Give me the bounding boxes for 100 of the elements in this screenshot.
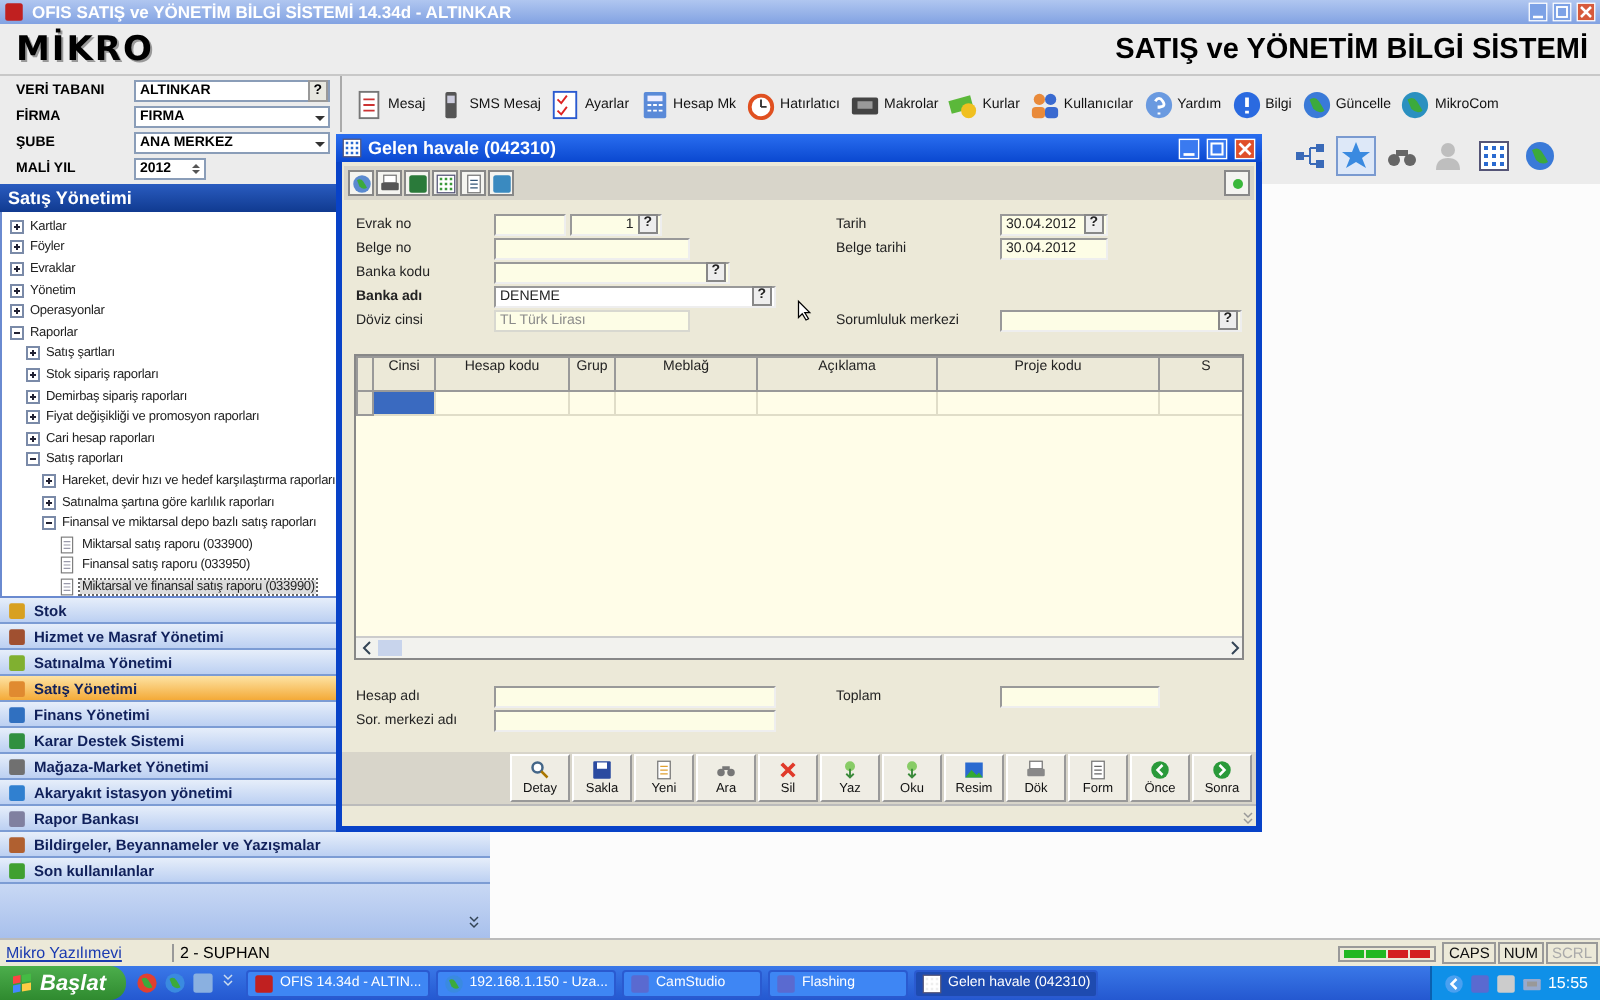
expander-icon[interactable] — [26, 346, 40, 361]
expander-icon[interactable] — [10, 283, 24, 298]
expander-icon[interactable] — [10, 261, 24, 276]
view-tool-button[interactable] — [1474, 136, 1514, 176]
expander-icon[interactable] — [26, 389, 40, 404]
tool-button[interactable] — [348, 170, 374, 196]
windows-flag-icon — [10, 971, 34, 995]
app-icon — [630, 973, 650, 993]
status-button[interactable] — [1224, 170, 1250, 196]
close-icon — [1576, 2, 1596, 22]
grid-icon — [1478, 140, 1510, 172]
brand-logo: MİKRO — [16, 29, 154, 69]
printer-icon — [379, 173, 399, 193]
app-icon — [443, 973, 464, 993]
hierarchy-icon — [1294, 140, 1326, 172]
users-icon — [1029, 89, 1060, 119]
magnifier-icon — [530, 760, 550, 780]
tool-button[interactable] — [460, 170, 486, 196]
new-document-icon — [654, 760, 674, 780]
globe-icon — [351, 173, 371, 193]
star-icon — [1340, 140, 1372, 172]
binoculars-icon — [716, 760, 736, 780]
view-tool-button[interactable] — [1520, 136, 1560, 176]
input-field[interactable] — [494, 213, 566, 235]
expander-icon[interactable] — [26, 431, 40, 446]
clock: 15:55 — [1547, 974, 1588, 992]
status-light-icon — [1227, 173, 1247, 193]
minimize-button[interactable] — [1528, 2, 1548, 22]
desktop-icon — [192, 972, 215, 994]
close-button[interactable] — [1576, 2, 1596, 22]
window-icon — [342, 138, 362, 158]
tool-button[interactable] — [376, 170, 402, 196]
tool-button[interactable] — [432, 170, 458, 196]
message-icon — [354, 89, 384, 119]
scroll-left-icon[interactable] — [360, 640, 374, 656]
grid-cell[interactable] — [757, 391, 937, 415]
spreadsheet-icon — [435, 173, 455, 193]
minimize-icon — [1178, 137, 1200, 159]
calculator-icon — [639, 89, 670, 119]
horizontal-scrollbar[interactable] — [356, 636, 1242, 658]
start-button[interactable]: Başlat — [0, 966, 127, 1000]
alarm-clock-icon — [746, 89, 777, 119]
scroll-thumb[interactable] — [378, 640, 402, 656]
maximize-icon — [1206, 137, 1228, 159]
expander-icon[interactable] — [42, 473, 56, 488]
tool-button[interactable] — [488, 170, 514, 196]
monitor-icon — [407, 173, 427, 193]
expander-icon[interactable] — [10, 325, 24, 340]
minimize-icon — [1528, 2, 1548, 22]
tray-arrow-icon — [1443, 973, 1464, 993]
expander-icon[interactable] — [10, 219, 24, 234]
resize-grip-icon — [1240, 810, 1256, 826]
grid-cell[interactable] — [569, 391, 615, 415]
website-link[interactable]: Mikro Yazılımevi — [0, 944, 172, 962]
person-icon — [1432, 140, 1464, 172]
back-icon — [1150, 760, 1170, 780]
expander-icon[interactable] — [10, 304, 24, 319]
more-chevron-icon — [220, 972, 237, 988]
minimize-button[interactable] — [1178, 137, 1200, 159]
close-icon — [1234, 137, 1256, 159]
grid-cell[interactable] — [615, 391, 757, 415]
form-icon — [1088, 760, 1108, 780]
expander-icon[interactable] — [26, 367, 40, 382]
tool-button[interactable] — [404, 170, 430, 196]
info-icon — [1231, 89, 1262, 119]
network-icon — [1521, 973, 1542, 993]
app-title: SATIŞ ve YÖNETİM BİLGİ SİSTEMİ — [1115, 33, 1588, 65]
arrow-down-icon — [840, 760, 860, 780]
browser-icon — [136, 972, 159, 994]
window-title: OFIS SATIŞ ve YÖNETİM BİLGİ SİSTEMİ 14.34d - ALTINKAR — [30, 2, 514, 22]
expander-icon[interactable] — [42, 516, 56, 531]
grid-cell[interactable] — [937, 391, 1159, 415]
expander-icon[interactable] — [26, 410, 40, 425]
help-icon — [1143, 89, 1174, 119]
expander-icon[interactable] — [26, 452, 40, 467]
user-label: 2 - SUPHAN — [172, 944, 1339, 962]
close-button[interactable] — [1234, 137, 1256, 159]
printer-icon — [1026, 760, 1046, 780]
app-icon — [254, 973, 275, 993]
input-field[interactable] — [1000, 685, 1160, 707]
checklist-icon — [550, 89, 581, 119]
picture-icon — [964, 760, 984, 780]
globe-icon — [1524, 140, 1556, 172]
globe-icon — [1301, 89, 1332, 119]
expander-icon[interactable] — [42, 495, 56, 510]
restore-button[interactable] — [1552, 2, 1572, 22]
maximize-button[interactable] — [1206, 137, 1228, 159]
delete-icon — [778, 760, 798, 780]
input-field[interactable] — [494, 685, 776, 707]
input-field[interactable] — [494, 709, 776, 731]
tray-app-icon — [1469, 973, 1490, 993]
chevron-icon — [466, 914, 482, 930]
screen-icon — [491, 173, 511, 193]
input-field[interactable] — [494, 237, 690, 259]
browser-icon — [164, 972, 187, 994]
document-icon — [58, 556, 76, 575]
grid-cell[interactable] — [435, 391, 569, 415]
arrow-down-icon — [902, 760, 922, 780]
scroll-right-icon[interactable] — [1228, 640, 1242, 656]
expander-icon[interactable] — [10, 240, 24, 255]
